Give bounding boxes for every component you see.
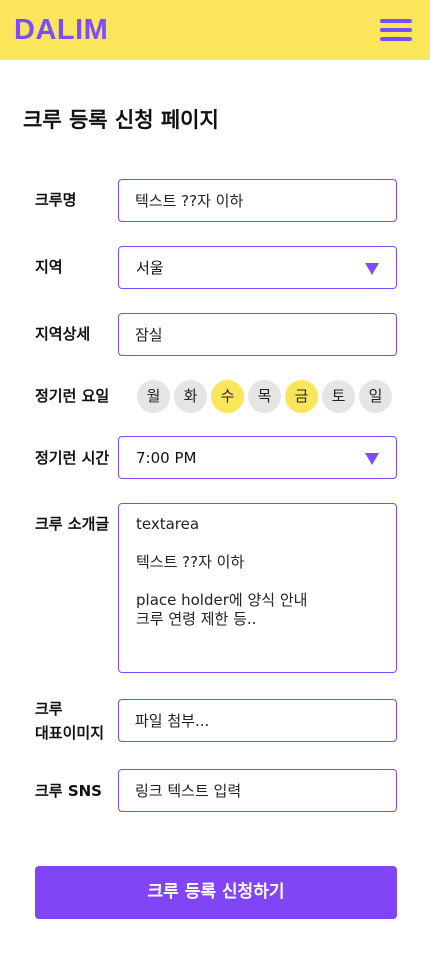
crew-name-field (118, 179, 397, 222)
hamburger-menu-icon[interactable] (380, 17, 415, 44)
region-detail-field (118, 313, 397, 356)
region-detail-input[interactable] (119, 314, 396, 355)
day-sat[interactable]: 토 (322, 380, 355, 413)
run-time-select[interactable]: 7:00 PM (118, 436, 397, 479)
weekday-label: 정기런 요일 (35, 387, 110, 405)
dropdown-arrow-icon (365, 263, 379, 275)
textarea-line: textarea (136, 515, 200, 533)
day-mon[interactable]: 월 (137, 380, 170, 413)
file-attach-input[interactable] (119, 700, 396, 741)
dropdown-arrow-icon (365, 453, 379, 465)
day-tue[interactable]: 화 (174, 380, 207, 413)
app-header: DALIM (0, 0, 430, 60)
day-sun[interactable]: 일 (359, 380, 392, 413)
image-label-line2: 대표이미지 (35, 724, 105, 742)
region-label: 지역 (35, 258, 63, 276)
image-label-line1: 크루 (35, 700, 63, 718)
logo[interactable]: DALIM (14, 12, 108, 48)
run-time-value: 7:00 PM (136, 449, 197, 467)
menu-bar (380, 19, 412, 23)
sns-field (118, 769, 397, 812)
textarea-line: place holder에 양식 안내 (136, 591, 308, 609)
crew-name-input[interactable] (119, 180, 396, 221)
textarea-line: 크루 연령 제한 등.. (136, 610, 257, 628)
region-value: 서울 (136, 259, 164, 277)
crew-name-label: 크루명 (35, 191, 77, 209)
page-title: 크루 등록 신청 페이지 (23, 108, 219, 132)
menu-bar (380, 28, 412, 32)
region-select[interactable]: 서울 (118, 246, 397, 289)
menu-bar (380, 37, 412, 41)
image-upload-field (118, 699, 397, 742)
day-thu[interactable]: 목 (248, 380, 281, 413)
textarea-line: 텍스트 ??자 이하 (136, 553, 245, 571)
intro-textarea[interactable]: textarea 텍스트 ??자 이하 place holder에 양식 안내 … (118, 503, 397, 673)
run-time-label: 정기런 시간 (35, 449, 110, 467)
sns-link-input[interactable] (119, 770, 396, 811)
sns-label: 크루 SNS (35, 782, 102, 800)
submit-button[interactable]: 크루 등록 신청하기 (35, 866, 397, 919)
region-detail-label: 지역상세 (35, 325, 91, 343)
day-wed[interactable]: 수 (211, 380, 244, 413)
intro-label: 크루 소개글 (35, 515, 110, 533)
day-fri[interactable]: 금 (285, 380, 318, 413)
